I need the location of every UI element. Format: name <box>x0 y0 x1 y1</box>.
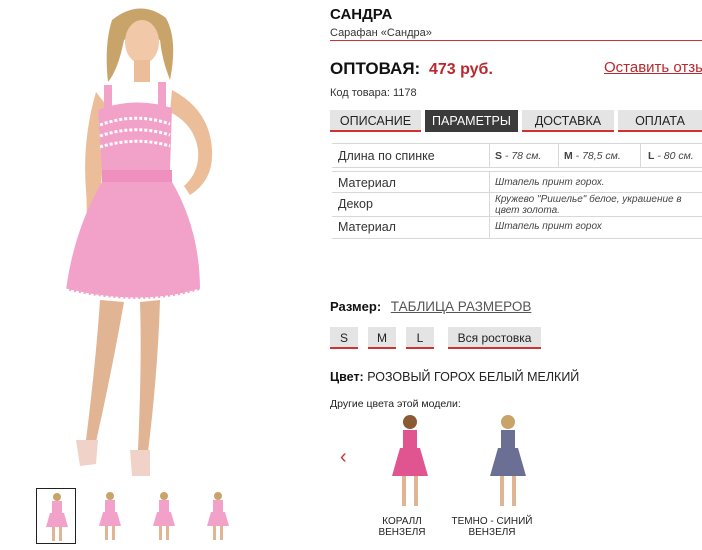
size-chart-link[interactable]: ТАБЛИЦА РАЗМЕРОВ <box>391 299 532 314</box>
tab-description[interactable]: ОПИСАНИЕ <box>330 110 421 132</box>
param-row-material: Материал Штапель принт горох. <box>332 171 702 193</box>
size-option-m[interactable]: M <box>368 327 396 349</box>
price-row: ОПТОВАЯ: 473 руб. <box>330 59 493 79</box>
variant-navy-image[interactable] <box>480 408 536 512</box>
size-s-length: S - 78 см. <box>495 150 542 162</box>
param-value: Кружево "Ришелье" белое, украшение в цве… <box>495 194 682 216</box>
size-row: Размер: ТАБЛИЦА РАЗМЕРОВ <box>330 299 531 314</box>
thumbnail-1[interactable] <box>36 488 76 544</box>
title-divider <box>330 40 702 41</box>
param-name: Материал <box>338 220 396 234</box>
tab-parameters[interactable]: ПАРАМЕТРЫ <box>425 110 518 132</box>
main-product-photo[interactable] <box>0 0 330 482</box>
param-value: Штапель принт горох. <box>495 177 605 188</box>
size-option-s[interactable]: S <box>330 327 358 349</box>
variant-coral-image[interactable] <box>382 408 438 512</box>
product-title: САНДРА <box>330 6 393 23</box>
variant-coral-name[interactable]: КОРАЛЛ ВЕНЗЕЛЯ <box>352 516 452 538</box>
color-label: Цвет: <box>330 370 364 384</box>
color-row: Цвет: РОЗОВЫЙ ГОРОХ БЕЛЫЙ МЕЛКИЙ <box>330 370 579 384</box>
param-name: Длина по спинке <box>338 149 435 163</box>
tab-delivery[interactable]: ДОСТАВКА <box>522 110 614 132</box>
thumbnail-3[interactable] <box>144 488 184 544</box>
color-value: РОЗОВЫЙ ГОРОХ БЕЛЫЙ МЕЛКИЙ <box>367 370 580 384</box>
product-sku: Код товара: 1178 <box>330 87 417 99</box>
size-option-l[interactable]: L <box>406 327 434 349</box>
price-value: 473 руб. <box>428 61 493 78</box>
param-row-length: Длина по спинке S - 78 см. M - 78,5 см. … <box>332 143 702 168</box>
leave-review-link[interactable]: Оставить отзы <box>604 59 702 76</box>
thumbnail-4[interactable] <box>198 488 238 544</box>
param-value: Штапель принт горох <box>495 221 602 232</box>
thumbnail-2[interactable] <box>90 488 130 544</box>
param-row-material-2: Материал Штапель принт горох <box>332 217 702 239</box>
param-name: Материал <box>338 176 396 190</box>
price-label: ОПТОВАЯ: <box>330 59 421 78</box>
variant-navy-name[interactable]: ТЕМНО - СИНИЙ ВЕНЗЕЛЯ <box>442 516 542 538</box>
param-name: Декор <box>338 197 373 211</box>
size-l-length: L - 80 см. <box>648 150 694 162</box>
size-m-length: M - 78,5 см. <box>564 150 621 162</box>
chevron-left-icon[interactable]: ‹ <box>340 446 347 469</box>
product-subtitle: Сарафан «Сандра» <box>330 27 432 39</box>
size-option-all[interactable]: Вся ростовка <box>448 327 541 349</box>
tab-payment[interactable]: ОПЛАТА <box>618 110 702 132</box>
param-row-decor: Декор Кружево "Ришелье" белое, украшение… <box>332 193 702 217</box>
size-label: Размер: <box>330 299 382 314</box>
